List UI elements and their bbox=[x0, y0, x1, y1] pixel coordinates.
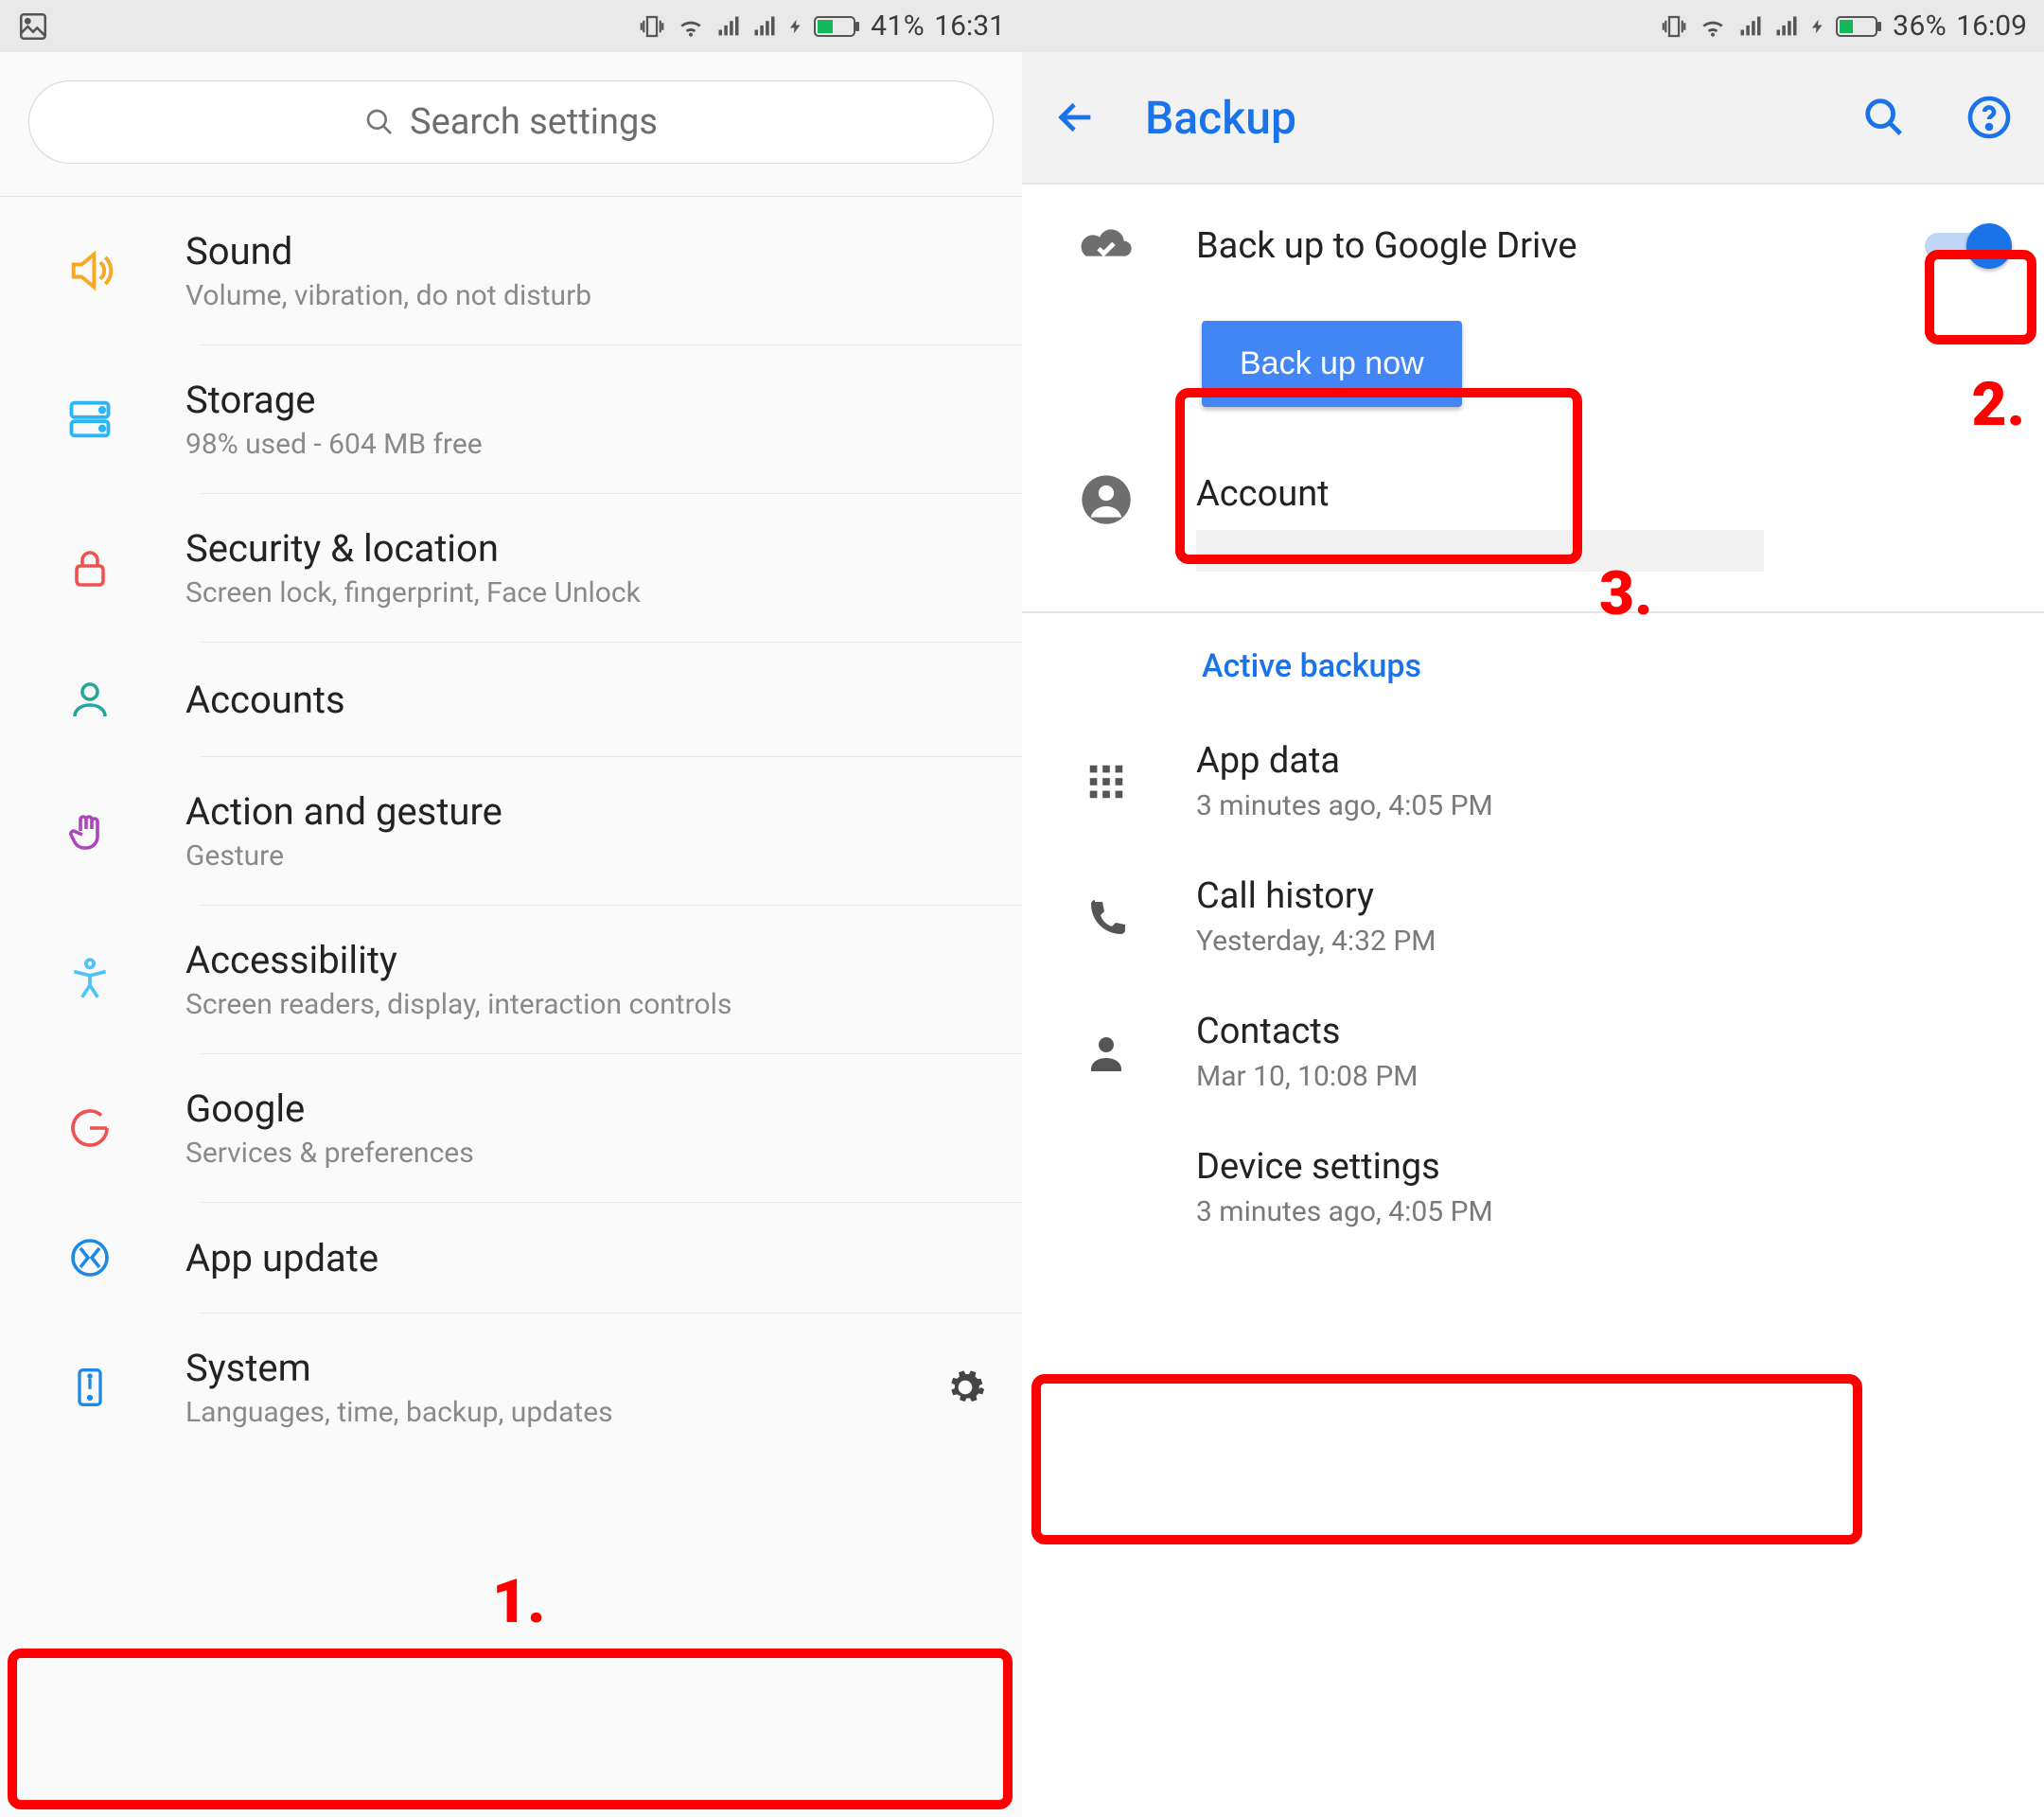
item-sub: Volume, vibration, do not disturb bbox=[185, 279, 994, 312]
search-icon[interactable] bbox=[1862, 96, 1906, 139]
phone-left-settings: 41% 16:31 Search settings Sound Volume, … bbox=[0, 0, 1022, 1817]
settings-item-google[interactable]: Google Services & preferences bbox=[0, 1054, 1022, 1202]
row-gdrive-toggle[interactable]: Back up to Google Drive bbox=[1022, 185, 2044, 296]
accessibility-icon bbox=[66, 954, 114, 1005]
backup-title: App data bbox=[1196, 740, 2012, 782]
person-circle-icon bbox=[1080, 473, 1133, 526]
settings-item-accounts[interactable]: Accounts bbox=[0, 643, 1022, 756]
backup-sub: 3 minutes ago, 4:05 PM bbox=[1196, 1195, 2012, 1228]
item-title: App update bbox=[185, 1236, 994, 1280]
signal-icon bbox=[1773, 13, 1800, 40]
settings-item-storage[interactable]: Storage 98% used - 604 MB free bbox=[0, 345, 1022, 493]
item-title: Security & location bbox=[185, 526, 994, 571]
cloud-check-icon bbox=[1076, 222, 1137, 270]
battery-icon bbox=[1836, 14, 1883, 39]
annotation-box-4 bbox=[1031, 1374, 1862, 1544]
row-device-settings[interactable]: Device settings 3 minutes ago, 4:05 PM bbox=[1022, 1120, 2044, 1255]
settings-item-sound[interactable]: Sound Volume, vibration, do not disturb bbox=[0, 197, 1022, 344]
item-sub: Services & preferences bbox=[185, 1137, 994, 1170]
item-title: Action and gesture bbox=[185, 789, 994, 834]
item-title: Accounts bbox=[185, 678, 994, 722]
item-sub: Screen lock, fingerprint, Face Unlock bbox=[185, 576, 994, 609]
battery-icon bbox=[814, 14, 861, 39]
signal-icon bbox=[715, 13, 742, 40]
back-arrow-icon[interactable] bbox=[1054, 96, 1098, 139]
annotation-label-2: 2. bbox=[1972, 369, 2025, 440]
signal-icon bbox=[751, 13, 778, 40]
item-title: System bbox=[185, 1346, 903, 1390]
update-icon bbox=[67, 1235, 113, 1280]
item-sub: Screen readers, display, interaction con… bbox=[185, 988, 994, 1021]
row-call-history[interactable]: Call history Yesterday, 4:32 PM bbox=[1022, 849, 2044, 984]
item-sub: Gesture bbox=[185, 839, 994, 873]
annotation-box-3 bbox=[1175, 388, 1582, 564]
battery-percent: 41% bbox=[871, 9, 925, 43]
account-icon bbox=[67, 675, 113, 724]
item-title: Accessibility bbox=[185, 938, 994, 982]
annotation-box-2 bbox=[1925, 250, 2036, 344]
backup-title: Contacts bbox=[1196, 1011, 2012, 1052]
vibrate-icon bbox=[1660, 12, 1688, 41]
annotation-label-1: 1. bbox=[492, 1566, 545, 1637]
lock-icon bbox=[67, 543, 113, 592]
backup-sub: 3 minutes ago, 4:05 PM bbox=[1196, 789, 2012, 822]
search-settings[interactable]: Search settings bbox=[28, 80, 994, 164]
backup-sub: Mar 10, 10:08 PM bbox=[1196, 1060, 2012, 1093]
item-sub: 98% used - 604 MB free bbox=[185, 428, 994, 461]
annotation-label-3: 3. bbox=[1599, 558, 1652, 629]
search-container: Search settings bbox=[0, 52, 1022, 197]
settings-item-system[interactable]: System Languages, time, backup, updates bbox=[0, 1314, 1022, 1467]
phone-icon bbox=[1084, 894, 1129, 940]
settings-item-gesture[interactable]: Action and gesture Gesture bbox=[0, 757, 1022, 905]
section-active-backups: Active backups bbox=[1022, 619, 2044, 714]
phone-right-backup: 36% 16:09 Backup Back up to Google Drive bbox=[1022, 0, 2044, 1817]
row-app-data[interactable]: App data 3 minutes ago, 4:05 PM bbox=[1022, 714, 2044, 849]
sound-icon bbox=[65, 246, 115, 295]
picture-icon bbox=[17, 10, 49, 43]
google-icon bbox=[67, 1105, 113, 1151]
gear-icon[interactable] bbox=[944, 1367, 986, 1408]
item-title: Storage bbox=[185, 378, 994, 422]
settings-item-accessibility[interactable]: Accessibility Screen readers, display, i… bbox=[0, 906, 1022, 1053]
bolt-icon bbox=[1809, 12, 1826, 41]
wifi-icon bbox=[676, 11, 706, 42]
wifi-icon bbox=[1698, 11, 1728, 42]
settings-item-security[interactable]: Security & location Screen lock, fingerp… bbox=[0, 494, 1022, 642]
signal-icon bbox=[1737, 13, 1764, 40]
phone-info-icon bbox=[69, 1361, 111, 1414]
search-placeholder: Search settings bbox=[410, 101, 658, 143]
bolt-icon bbox=[787, 12, 804, 41]
battery-percent: 36% bbox=[1893, 9, 1947, 43]
appbar: Backup bbox=[1022, 52, 2044, 185]
gdrive-label: Back up to Google Drive bbox=[1196, 225, 1887, 267]
row-contacts[interactable]: Contacts Mar 10, 10:08 PM bbox=[1022, 984, 2044, 1120]
storage-icon bbox=[65, 395, 115, 444]
status-bar: 36% 16:09 bbox=[1022, 0, 2044, 52]
item-sub: Languages, time, backup, updates bbox=[185, 1396, 903, 1429]
status-time: 16:31 bbox=[934, 9, 1005, 43]
backup-title: Device settings bbox=[1196, 1146, 2012, 1188]
item-title: Google bbox=[185, 1086, 994, 1131]
help-icon[interactable] bbox=[1966, 95, 2012, 140]
vibrate-icon bbox=[638, 12, 666, 41]
hand-icon bbox=[67, 806, 113, 856]
item-title: Sound bbox=[185, 229, 994, 273]
appbar-title: Backup bbox=[1145, 91, 1824, 145]
status-bar: 41% 16:31 bbox=[0, 0, 1022, 52]
status-time: 16:09 bbox=[1956, 9, 2027, 43]
backup-sub: Yesterday, 4:32 PM bbox=[1196, 925, 2012, 958]
annotation-box-1 bbox=[8, 1649, 1013, 1809]
backup-title: Call history bbox=[1196, 875, 2012, 917]
apps-grid-icon bbox=[1084, 760, 1128, 803]
settings-item-app-update[interactable]: App update bbox=[0, 1203, 1022, 1313]
person-icon bbox=[1084, 1030, 1129, 1075]
